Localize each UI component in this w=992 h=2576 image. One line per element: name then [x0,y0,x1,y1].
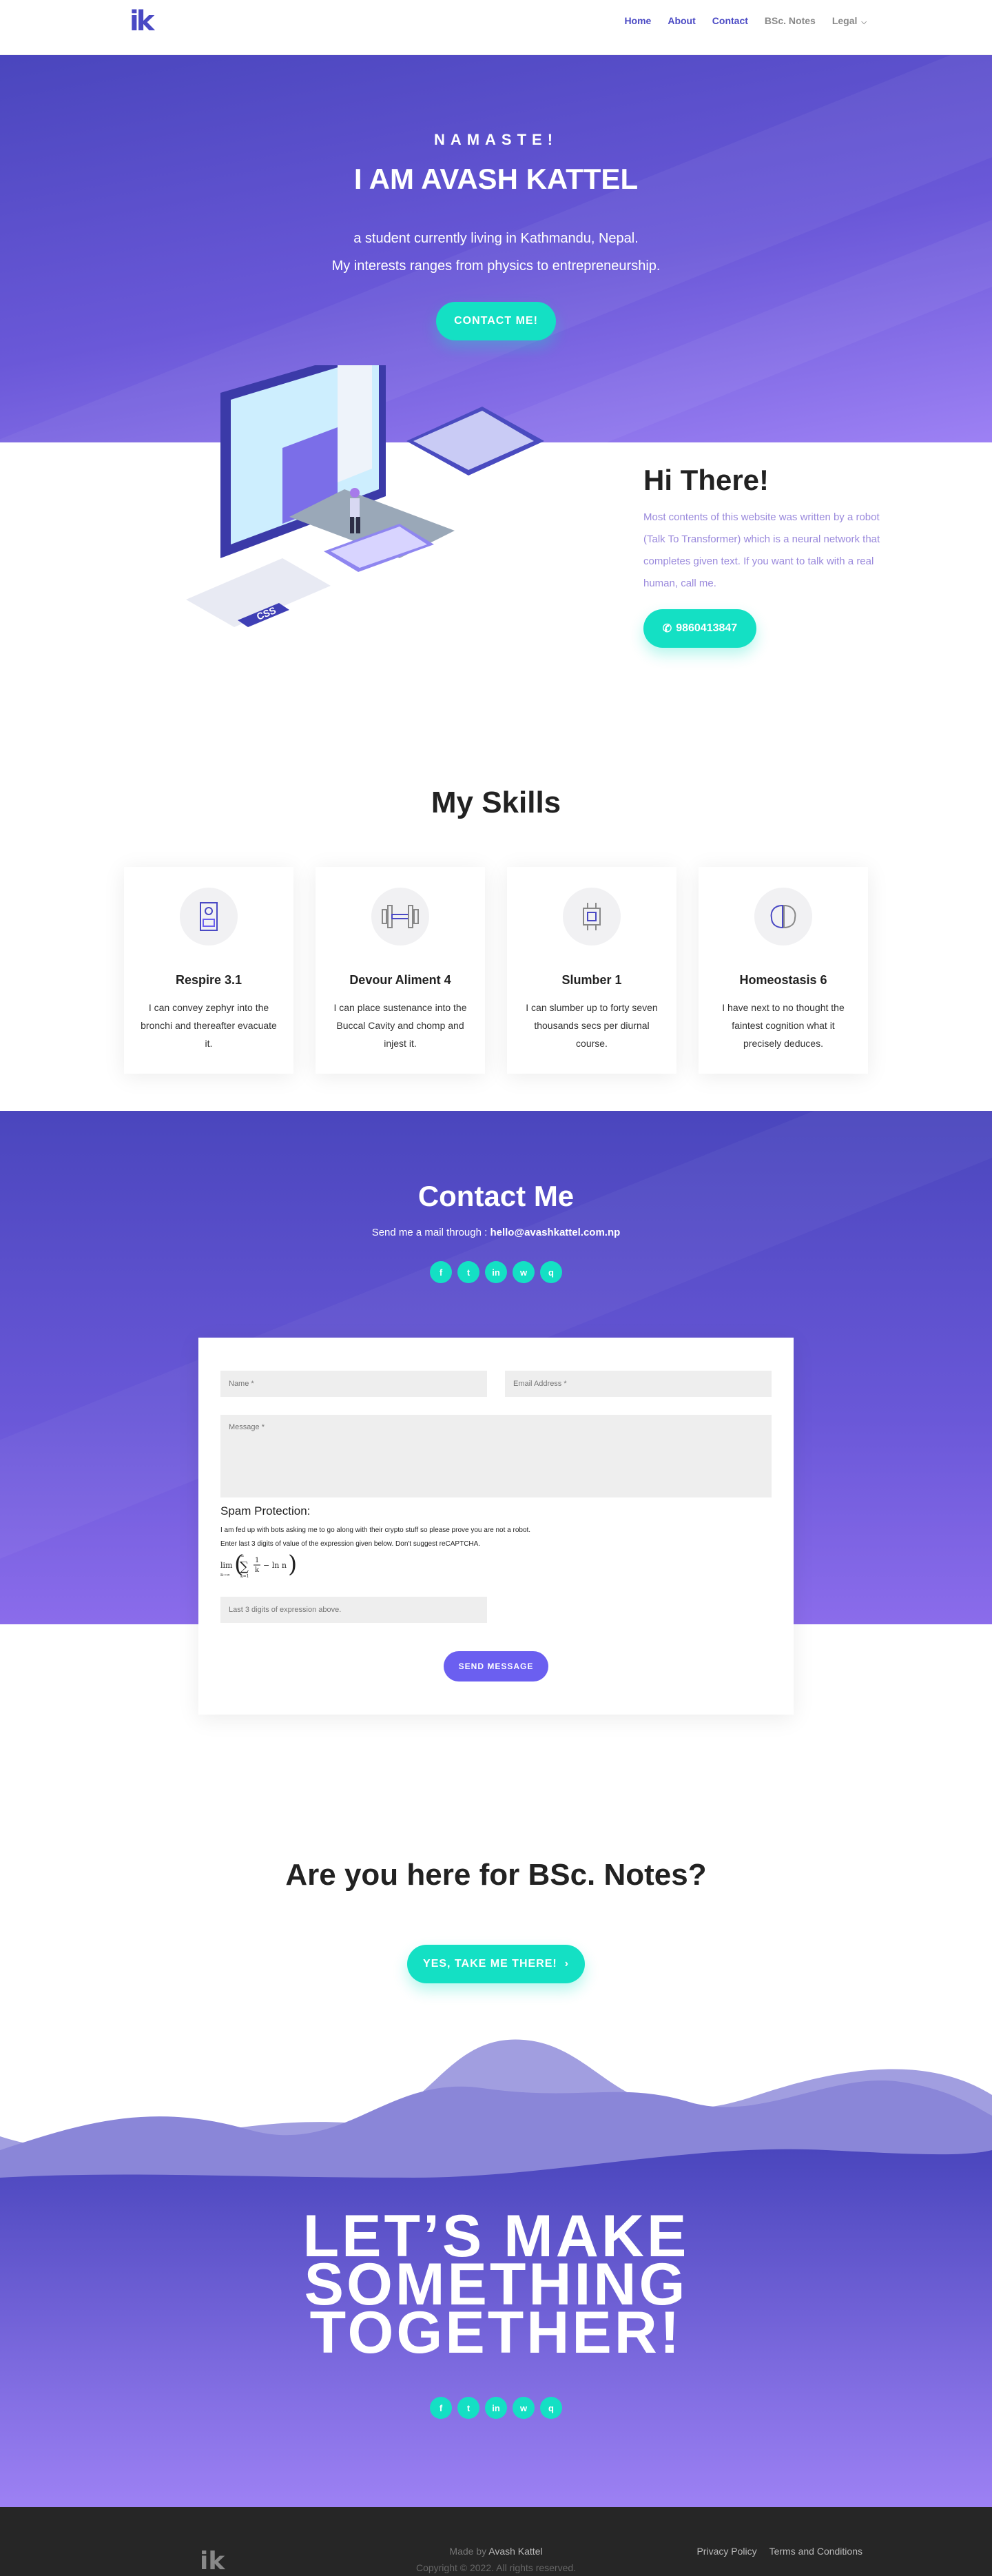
captcha-formula: lim n→∞ ( ∑ n k=1 1 k − ln n ) [220,1551,296,1579]
search-icon[interactable]: q [540,2397,562,2419]
intro-title: Hi There! [643,464,769,496]
message-field[interactable] [220,1415,772,1497]
person-leg [350,517,354,533]
nav-legal[interactable]: Legal ⌵ [832,15,867,26]
skill-card: Homeostasis 6 I have next to no thought … [699,867,868,1074]
brain-icon [754,888,812,945]
footer: ik Made by Avash Kattel Copyright © 2022… [0,2507,992,2576]
contact-me-button[interactable]: CONTACT ME! [436,302,556,340]
skill-text: I can convey zephyr into the bronchi and… [141,1002,277,1049]
phone-number: 9860413847 [676,622,738,634]
call-button[interactable]: ✆ 9860413847 [643,609,756,648]
captcha-answer-field[interactable] [220,1597,487,1623]
footer-socials: f t in w q [430,2397,562,2419]
top-nav: ik Home About Contact BSc. Notes Legal ⌵ [0,0,992,55]
nav-home[interactable]: Home [624,15,651,26]
skill-card: Devour Aliment 4 I can place sustenance … [316,867,485,1074]
take-me-there-label: YES, TAKE ME THERE! [423,1958,557,1970]
made-by-prefix: Made by [449,2546,487,2557]
search-icon[interactable]: q [540,1261,562,1283]
twitter-icon[interactable]: t [457,2397,479,2419]
phone-icon: ✆ [662,623,672,635]
contact-title: Contact Me [417,1180,575,1212]
nav-contact[interactable]: Contact [712,15,748,26]
twitter-icon[interactable]: t [457,1261,479,1283]
skill-card: Slumber 1 I can slumber up to forty seve… [507,867,676,1074]
chip-icon [563,888,621,945]
skill-card: Respire 3.1 I can convey zephyr into the… [124,867,293,1074]
spam-line-1: I am fed up with bots asking me to go al… [220,1526,531,1534]
svg-text:lim: lim [220,1561,233,1570]
tablet-screen [413,411,534,470]
site-logo[interactable]: ik [130,6,154,37]
spam-text: I am fed up with bots asking me to go al… [220,1524,530,1551]
together-line-3: TOGETHER! [309,2300,683,2366]
privacy-policy-link[interactable]: Privacy Policy [696,2546,756,2557]
skill-title: Respire 3.1 [175,973,242,987]
skill-title: Slumber 1 [561,973,622,987]
name-field[interactable] [220,1371,487,1397]
svg-text:− ln n: − ln n [263,1561,287,1570]
person-head [350,488,360,498]
hero-title: I AM AVASH KATTEL [353,163,639,195]
chevron-right-icon: › [561,1958,569,1970]
svg-text:n→∞: n→∞ [220,1573,230,1577]
nav-links: Home About Contact BSc. Notes Legal ⌵ [624,15,867,26]
nav-legal-label: Legal [831,15,858,26]
svg-text:n: n [241,1553,244,1558]
footer-links: Privacy Policy Terms and Conditions [696,2546,862,2557]
spam-title: Spam Protection: [220,1504,311,1517]
bsc-title: Are you here for BSc. Notes? [285,1858,707,1892]
chevron-down-icon: ⌵ [861,19,867,26]
email-field[interactable] [505,1371,772,1397]
isometric-laptop-illustration: CSS [186,365,544,627]
made-by-name-link[interactable]: Avash Kattel [488,2546,542,2557]
take-me-there-button[interactable]: YES, TAKE ME THERE! › [407,1945,585,1983]
skill-text: I have next to no thought the faintest c… [722,1002,845,1049]
contact-subtitle-prefix: Send me a mail through : [371,1227,488,1238]
skills-title: My Skills [431,786,561,819]
hero-greeting: NAMASTE! [433,131,559,148]
svg-text:k: k [255,1566,260,1574]
person-body [350,498,360,518]
svg-text:): ) [288,1551,296,1578]
lungs-icon [180,888,238,945]
skill-text: I can place sustenance into the Buccal C… [333,1002,467,1049]
facebook-icon[interactable]: f [430,2397,452,2419]
hero-line-1: a student currently living in Kathmandu,… [353,231,639,246]
contact-socials: f t in w q [430,1261,562,1283]
hero-line-2: My interests ranges from physics to entr… [331,258,661,274]
intro-description: Most contents of this website was writte… [643,511,880,589]
facebook-icon[interactable]: f [430,1261,452,1283]
nav-about[interactable]: About [668,15,695,26]
skill-text: I can slumber up to forty seven thousand… [526,1002,658,1049]
linkedin-icon[interactable]: in [485,2397,507,2419]
skill-title: Homeostasis 6 [739,973,827,987]
spam-line-2: Enter last 3 digits of value of the expr… [220,1540,481,1548]
nav-bsc-notes[interactable]: BSc. Notes [765,15,816,26]
person-leg [356,517,360,533]
contact-form: Spam Protection: I am fed up with bots a… [198,1338,794,1715]
skill-title: Devour Aliment 4 [349,973,451,987]
terms-link[interactable]: Terms and Conditions [769,2546,862,2557]
contact-subtitle: Send me a mail through : hello@avashkatt… [0,1227,992,1238]
svg-text:1: 1 [255,1557,259,1564]
whatsapp-icon[interactable]: w [513,1261,535,1283]
screen-document [338,365,372,482]
svg-text:∑: ∑ [240,1560,249,1574]
svg-text:k=1: k=1 [240,1574,249,1579]
linkedin-icon[interactable]: in [485,1261,507,1283]
logo-mark: ik [130,6,154,37]
whatsapp-icon[interactable]: w [513,2397,535,2419]
dumbbell-icon [371,888,429,945]
together-heading: LET’S MAKE SOMETHING TOGETHER! [0,2207,992,2366]
send-message-button[interactable]: SEND MESSAGE [444,1651,548,1681]
contact-email-link[interactable]: hello@avashkattel.com.np [490,1227,620,1238]
footer-copyright: Copyright © 2022. All rights reserved. [415,2562,577,2573]
